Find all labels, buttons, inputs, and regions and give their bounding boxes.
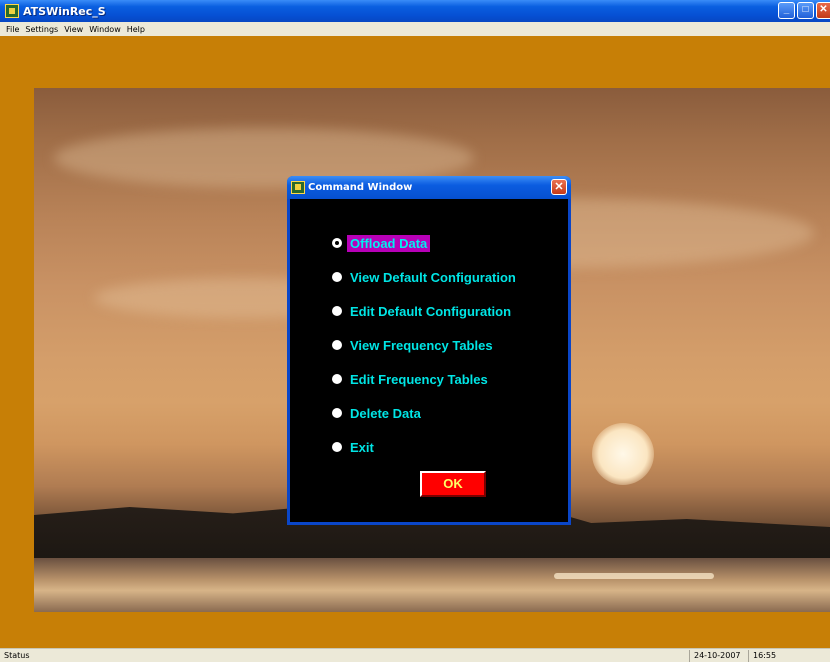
radio-icon[interactable] — [332, 272, 342, 282]
option-view-default-configuration[interactable]: View Default Configuration — [332, 267, 519, 287]
sun-shape — [592, 423, 654, 485]
dialog-title-bar[interactable]: Command Window ✕ — [287, 176, 571, 199]
dialog-app-icon — [291, 181, 305, 194]
app-icon[interactable] — [5, 4, 19, 18]
menu-view[interactable]: View — [61, 25, 86, 34]
app-title-bar[interactable]: ATSWinRec_S _ □ ✕ — [0, 0, 830, 22]
dialog-body: Offload Data View Default Configuration … — [290, 199, 568, 522]
option-label: Delete Data — [350, 405, 421, 421]
radio-icon[interactable] — [332, 408, 342, 418]
option-view-frequency-tables[interactable]: View Frequency Tables — [332, 335, 496, 355]
option-edit-frequency-tables[interactable]: Edit Frequency Tables — [332, 369, 491, 389]
dialog-title: Command Window — [308, 182, 413, 193]
ok-button[interactable]: OK — [420, 471, 486, 497]
radio-icon[interactable] — [332, 306, 342, 316]
option-label: View Frequency Tables — [350, 337, 493, 353]
status-date: 24-10-2007 — [689, 650, 747, 662]
option-exit[interactable]: Exit — [332, 437, 377, 457]
option-delete-data[interactable]: Delete Data — [332, 403, 424, 423]
app-title: ATSWinRec_S — [23, 4, 106, 18]
sun-reflection — [554, 573, 714, 579]
menu-window[interactable]: Window — [86, 25, 124, 34]
menu-file[interactable]: File — [3, 25, 22, 34]
menu-help[interactable]: Help — [124, 25, 148, 34]
option-edit-default-configuration[interactable]: Edit Default Configuration — [332, 301, 514, 321]
minimize-button[interactable]: _ — [778, 2, 795, 19]
option-label: Offload Data — [347, 234, 431, 252]
option-label: Edit Default Configuration — [350, 303, 512, 319]
status-text: Status — [4, 651, 30, 660]
status-time: 16:55 — [748, 650, 788, 662]
close-button[interactable]: ✕ — [816, 2, 830, 19]
option-label: Exit — [350, 439, 374, 455]
command-window-dialog: Command Window ✕ Offload Data View Defau… — [287, 176, 571, 525]
option-label: Edit Frequency Tables — [350, 371, 488, 387]
menu-settings[interactable]: Settings — [22, 25, 61, 34]
dialog-close-button[interactable]: ✕ — [551, 179, 567, 195]
radio-icon[interactable] — [332, 374, 342, 384]
maximize-button[interactable]: □ — [797, 2, 814, 19]
window-controls: _ □ ✕ — [778, 2, 830, 19]
radio-icon[interactable] — [332, 442, 342, 452]
status-bar: Status 24-10-2007 16:55 — [0, 648, 830, 662]
radio-icon[interactable] — [332, 340, 342, 350]
radio-icon[interactable] — [332, 238, 342, 248]
option-offload-data[interactable]: Offload Data — [332, 233, 431, 253]
menu-bar: File Settings View Window Help — [0, 22, 830, 36]
option-label: View Default Configuration — [350, 269, 516, 285]
water-area — [34, 558, 830, 612]
